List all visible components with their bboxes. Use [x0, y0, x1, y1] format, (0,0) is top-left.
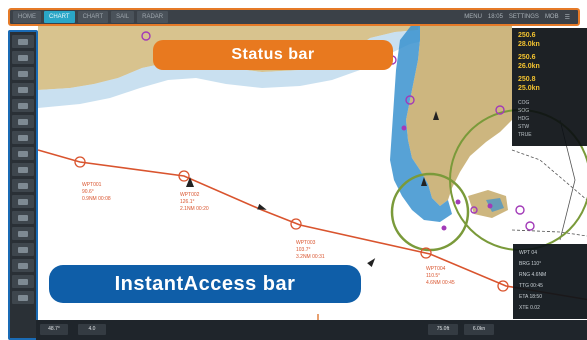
navigation-info-panel: WPT 04 BRG 110° RNG 4.6NM TTG 00:45 ETA …	[513, 244, 587, 319]
data-label: HDG	[518, 116, 530, 122]
data-label: TRUE	[518, 132, 532, 138]
track-icon	[18, 150, 28, 157]
waypoint-icon	[18, 102, 28, 109]
layer-icon	[18, 38, 28, 45]
ais-icon	[18, 230, 28, 237]
bottom-bar: 48.7° 4.0 75.0ft 6.0kn	[36, 320, 587, 340]
instant-access-button[interactable]	[12, 195, 34, 208]
zoom-out-icon	[18, 70, 28, 77]
ruler-icon	[18, 118, 28, 125]
instant-access-button[interactable]	[12, 259, 34, 272]
bottom-readout[interactable]: 75.0ft	[428, 324, 458, 335]
status-bar-callout: Status bar	[153, 40, 393, 70]
svg-text:90.6°: 90.6°	[82, 189, 94, 195]
instant-access-button[interactable]	[12, 275, 34, 288]
data-label: COG	[518, 100, 530, 106]
data-value: 250.8	[518, 76, 536, 83]
svg-text:0.9NM 00:08: 0.9NM 00:08	[82, 196, 111, 202]
svg-text:126.1°: 126.1°	[180, 199, 195, 205]
instant-access-button[interactable]	[12, 99, 34, 112]
tab-chart[interactable]: CHART	[77, 11, 109, 23]
data-value: 250.6	[518, 54, 536, 61]
instant-access-bar	[8, 30, 38, 340]
instant-access-button[interactable]	[12, 51, 34, 64]
tab-home[interactable]: HOME	[13, 11, 41, 23]
status-bar: HOME CHART CHART SAIL RADAR MENU 18:05 S…	[8, 8, 580, 26]
zoom-in-icon	[18, 54, 28, 61]
tab-chart-active[interactable]: CHART	[44, 11, 75, 23]
data-value: 250.6	[518, 32, 536, 39]
overlay-icon	[18, 166, 28, 173]
status-bar-right: MENU 18:05 SETTINGS MOB ☰	[464, 14, 578, 21]
info-row: BRG 110°	[519, 261, 542, 267]
svg-text:3.2NM 00:31: 3.2NM 00:31	[296, 254, 325, 260]
svg-text:4.6NM 00:45: 4.6NM 00:45	[426, 280, 455, 286]
display-icon	[18, 262, 28, 269]
data-label: SOG	[518, 108, 530, 114]
data-label: STW	[518, 124, 530, 130]
svg-text:110.5°: 110.5°	[426, 273, 440, 279]
more-icon	[18, 294, 28, 301]
instant-access-button[interactable]	[12, 67, 34, 80]
target-icon	[18, 214, 28, 221]
svg-text:WPT004: WPT004	[426, 266, 446, 272]
instant-access-button[interactable]	[12, 179, 34, 192]
svg-text:103.7°: 103.7°	[296, 247, 311, 253]
data-value: 26.0kn	[518, 63, 540, 70]
instant-access-button[interactable]	[12, 211, 34, 224]
instant-access-button[interactable]	[12, 291, 34, 304]
data-panel: 250.6 28.0kn 250.6 26.0kn 250.8 25.0kn C…	[512, 28, 587, 146]
svg-text:WPT002: WPT002	[180, 192, 200, 198]
data-value: 25.0kn	[518, 85, 540, 92]
svg-text:2.1NM 00:20: 2.1NM 00:20	[180, 206, 209, 212]
orient-icon	[18, 182, 28, 189]
instant-access-button[interactable]	[12, 115, 34, 128]
tab-sail[interactable]: SAIL	[111, 11, 135, 23]
info-row: XTE 0.02	[519, 305, 540, 311]
svg-text:WPT001: WPT001	[82, 182, 102, 188]
route-icon	[18, 86, 28, 93]
info-row: WPT 04	[519, 250, 537, 256]
tab-radar[interactable]: RADAR	[137, 11, 169, 23]
mob-button[interactable]: MOB	[545, 14, 559, 20]
svg-text:WPT003: WPT003	[296, 240, 316, 246]
instant-access-button[interactable]	[12, 35, 34, 48]
instant-access-button[interactable]	[12, 227, 34, 240]
radar-icon	[18, 246, 28, 253]
bottom-readout[interactable]: 6.0kn	[464, 324, 494, 335]
instant-access-button[interactable]	[12, 147, 34, 160]
info-row: RNG 4.6NM	[519, 272, 547, 278]
instant-access-button[interactable]	[12, 83, 34, 96]
bottom-readout[interactable]: 48.7°	[40, 324, 68, 335]
bottom-readout[interactable]: 4.0	[78, 324, 106, 335]
instant-access-button[interactable]	[12, 131, 34, 144]
info-icon	[18, 278, 28, 285]
info-row: ETA 18:50	[519, 294, 542, 300]
menu-button[interactable]: MENU	[464, 14, 482, 20]
clock-readout: 18:05	[487, 14, 503, 20]
chart-plotter-screen: WPT001 90.6° 0.9NM 00:08 WPT002 126.1° 2…	[0, 0, 587, 340]
settings-button[interactable]: SETTINGS	[509, 14, 539, 20]
instant-access-button[interactable]	[12, 243, 34, 256]
instant-access-button[interactable]	[12, 163, 34, 176]
instant-access-bar-callout: InstantAccess bar	[49, 265, 361, 303]
data-value: 28.0kn	[518, 41, 540, 48]
menu-icon[interactable]: ☰	[565, 14, 570, 21]
mark-icon	[18, 134, 28, 141]
center-icon	[18, 198, 28, 205]
info-row: TTG 00:45	[519, 283, 543, 289]
